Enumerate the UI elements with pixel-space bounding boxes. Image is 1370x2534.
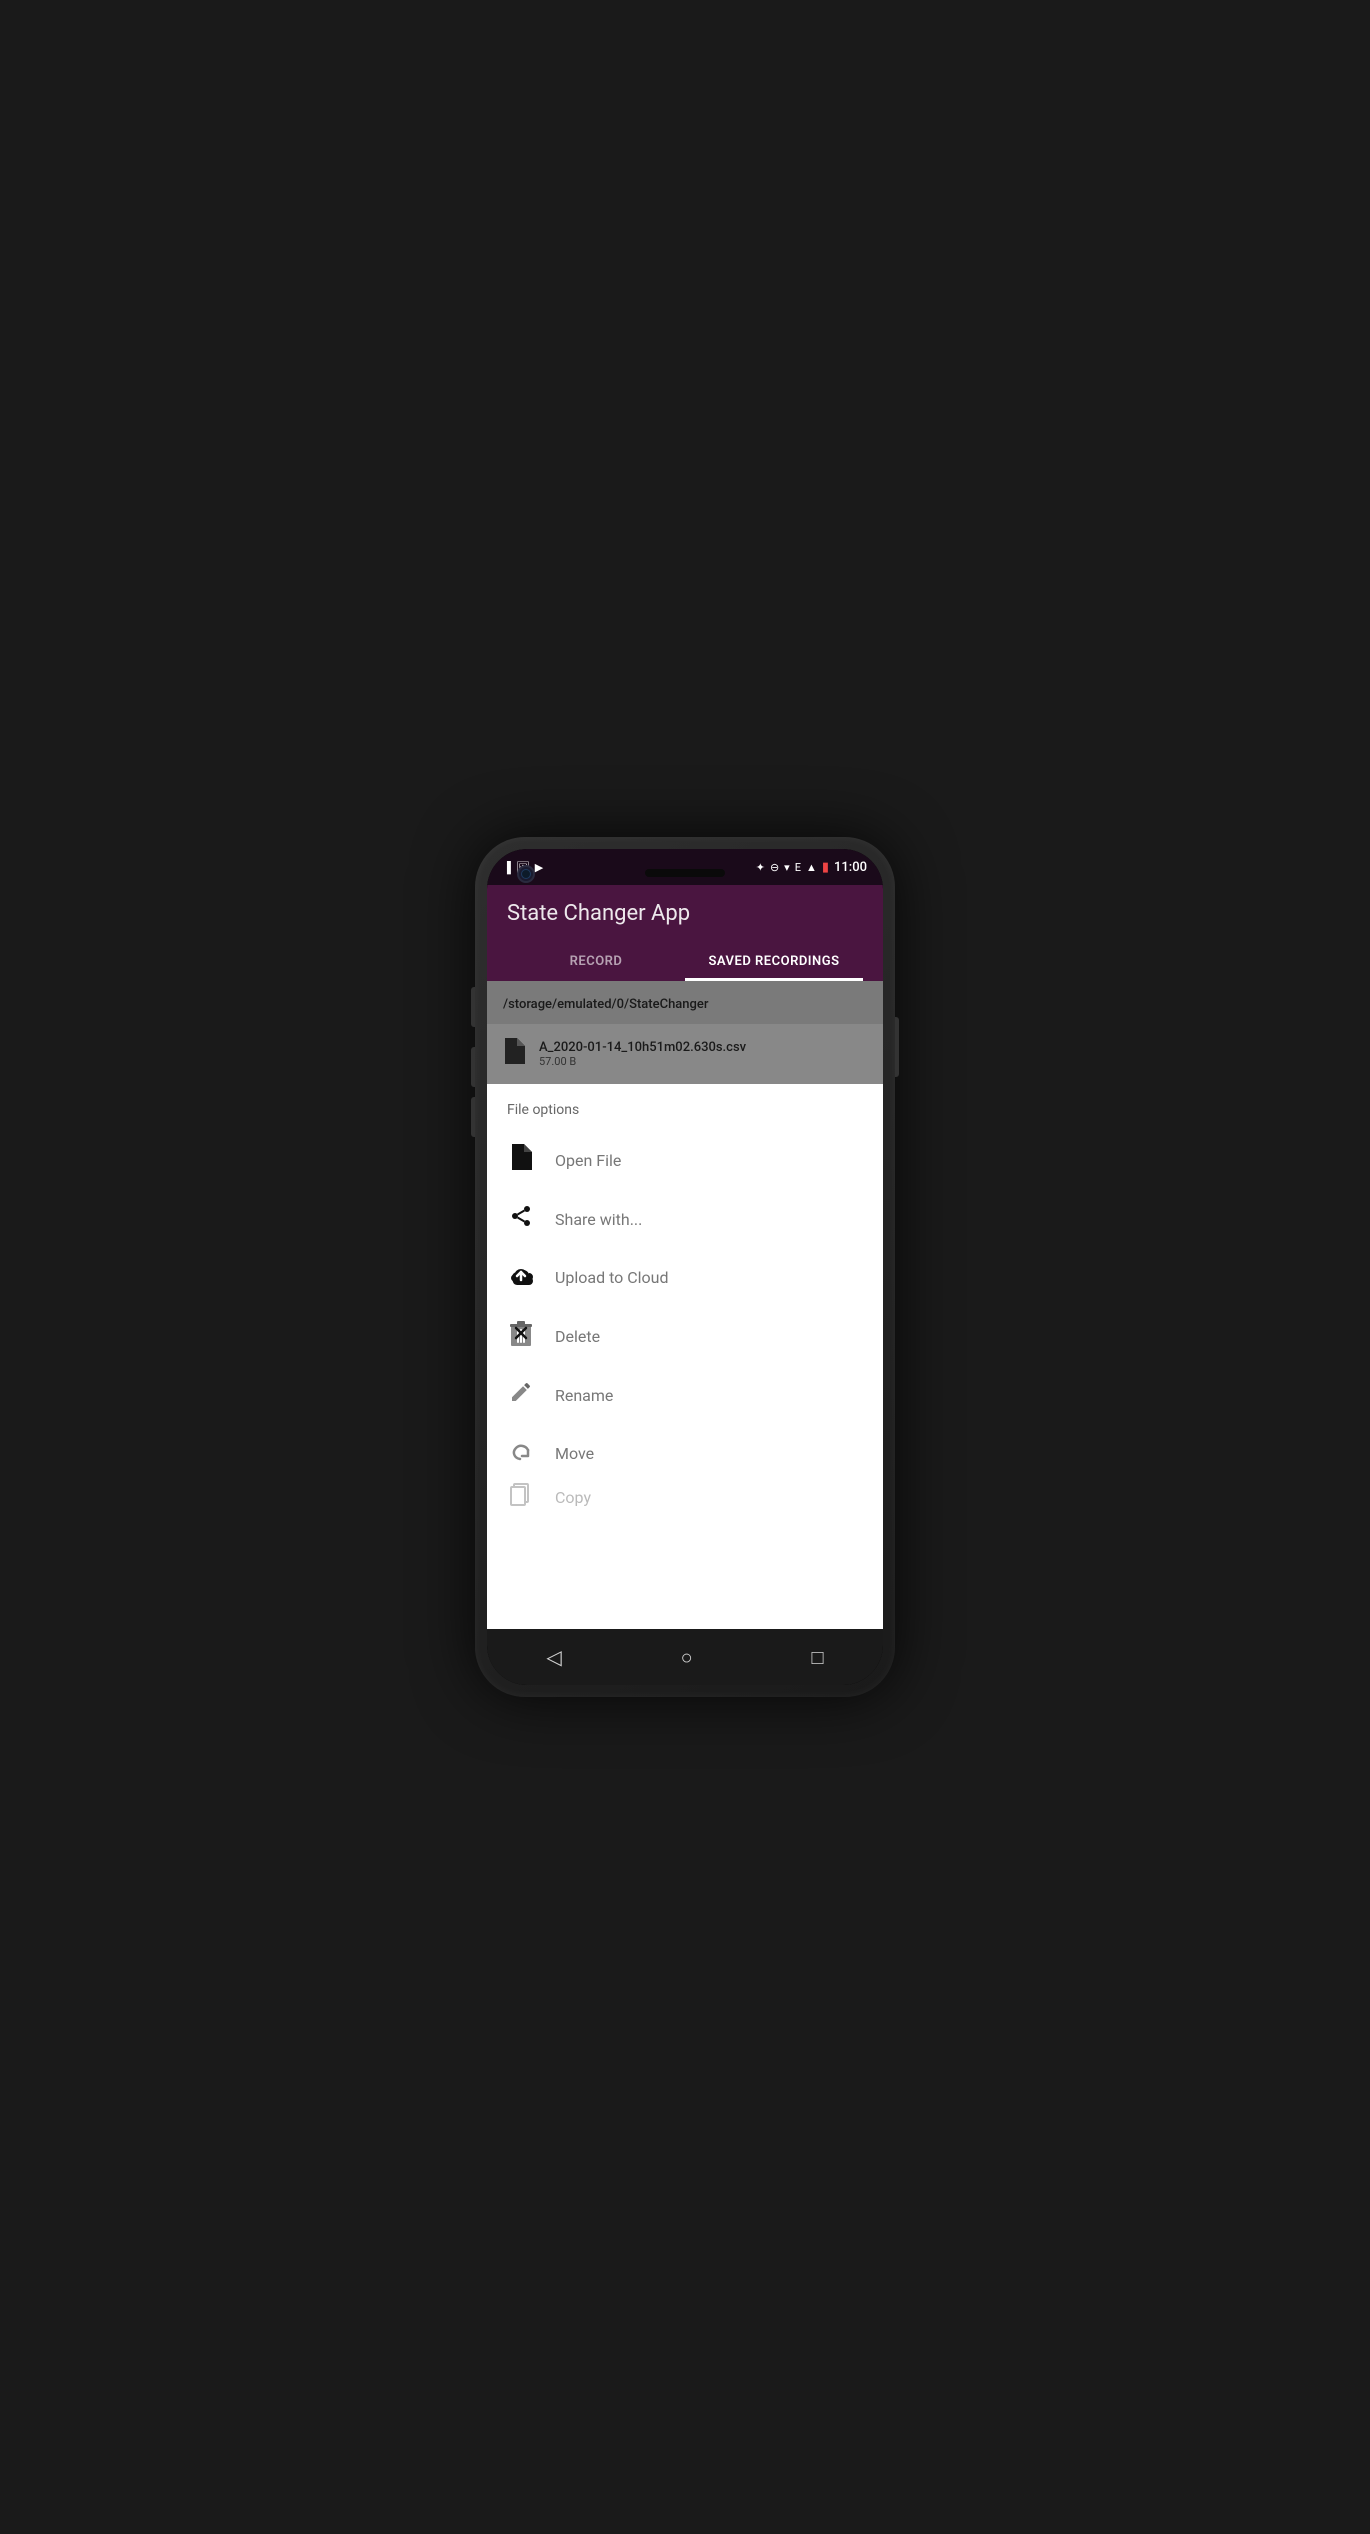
earpiece-speaker <box>645 869 725 877</box>
file-size: 57.00 B <box>539 1055 746 1068</box>
nav-bar: ◁ ○ □ <box>487 1629 883 1685</box>
file-icon <box>507 1144 535 1176</box>
file-document-icon <box>503 1038 525 1070</box>
status-bar: ▐ 🖼 ▶ ✦ ⊖ ▾ E ▲ ▮ 11:00 <box>487 849 883 885</box>
signal-e-icon: E <box>795 861 801 874</box>
copy-icon <box>507 1482 535 1512</box>
play-store-icon: ▶ <box>535 861 543 874</box>
pencil-icon <box>507 1380 535 1410</box>
file-item[interactable]: A_2020-01-14_10h51m02.630s.csv 57.00 B <box>487 1024 883 1084</box>
phone-screen: ▐ 🖼 ▶ ✦ ⊖ ▾ E ▲ ▮ 11:00 State Changer Ap… <box>487 849 883 1685</box>
share-icon <box>507 1204 535 1234</box>
battery-icon: ▮ <box>822 860 829 875</box>
menu-item-move[interactable]: Move <box>487 1424 883 1482</box>
cloud-upload-icon <box>507 1262 535 1292</box>
app-header: State Changer App RECORD SAVED RECORDING… <box>487 885 883 981</box>
front-camera <box>517 865 535 883</box>
menu-item-share[interactable]: Share with... <box>487 1190 883 1248</box>
file-info: A_2020-01-14_10h51m02.630s.csv 57.00 B <box>539 1040 746 1068</box>
status-time: 11:00 <box>834 860 867 875</box>
no-disturb-icon: ⊖ <box>770 861 779 874</box>
tab-record[interactable]: RECORD <box>507 942 685 981</box>
alert-icon: ▐ <box>503 861 511 874</box>
upload-label: Upload to Cloud <box>555 1268 669 1287</box>
nav-back-button[interactable]: ◁ <box>526 1637 581 1677</box>
open-file-label: Open File <box>555 1151 621 1170</box>
menu-header: File options <box>487 1084 883 1130</box>
file-path-text: /storage/emulated/0/StateChanger <box>503 997 708 1012</box>
delete-label: Delete <box>555 1327 600 1346</box>
share-label: Share with... <box>555 1210 642 1229</box>
tab-saved-recordings[interactable]: SAVED RECORDINGS <box>685 942 863 981</box>
phone-screen-container: ▐ 🖼 ▶ ✦ ⊖ ▾ E ▲ ▮ 11:00 State Changer Ap… <box>487 849 883 1685</box>
app-title: State Changer App <box>507 901 863 926</box>
file-path-bar: /storage/emulated/0/StateChanger <box>487 981 883 1024</box>
rename-label: Rename <box>555 1386 613 1405</box>
status-icons-right: ✦ ⊖ ▾ E ▲ ▮ 11:00 <box>756 860 867 875</box>
menu-item-copy[interactable]: Copy <box>487 1482 883 1512</box>
menu-item-rename[interactable]: Rename <box>487 1366 883 1424</box>
menu-item-delete[interactable]: Delete <box>487 1306 883 1366</box>
file-name: A_2020-01-14_10h51m02.630s.csv <box>539 1040 746 1055</box>
nav-recent-button[interactable]: □ <box>791 1637 843 1678</box>
wifi-icon: ▾ <box>784 861 790 874</box>
context-menu: File options Open File <box>487 1084 883 1629</box>
tab-bar: RECORD SAVED RECORDINGS <box>507 942 863 981</box>
phone-device: ▐ 🖼 ▶ ✦ ⊖ ▾ E ▲ ▮ 11:00 State Changer Ap… <box>475 837 895 1697</box>
bluetooth-icon: ✦ <box>756 861 765 874</box>
copy-label: Copy <box>555 1488 591 1507</box>
menu-item-open-file[interactable]: Open File <box>487 1130 883 1190</box>
menu-item-upload[interactable]: Upload to Cloud <box>487 1248 883 1306</box>
delete-icon <box>507 1320 535 1352</box>
signal-bars-icon: ▲ <box>806 861 817 874</box>
move-label: Move <box>555 1444 594 1463</box>
nav-home-button[interactable]: ○ <box>661 1637 713 1678</box>
move-icon <box>507 1438 535 1468</box>
